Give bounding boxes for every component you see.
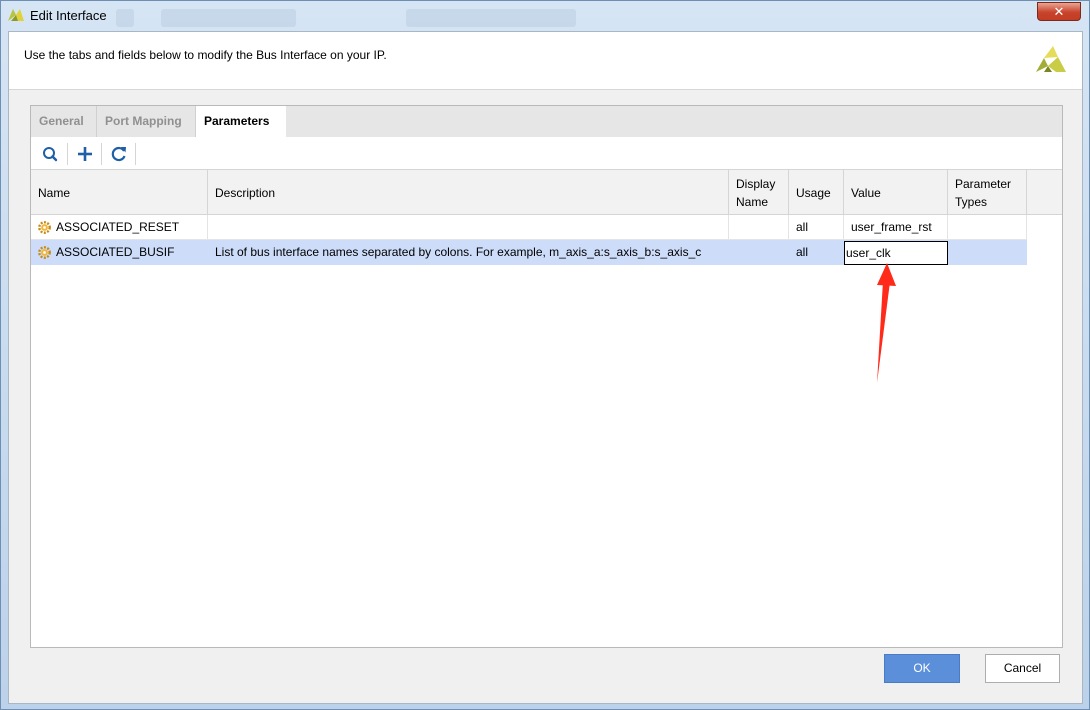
cell-usage: all [789,215,844,240]
cell-description: List of bus interface names separated by… [208,240,729,265]
parameters-toolbar [31,137,1062,170]
parameter-name: ASSOCIATED_BUSIF [56,245,175,259]
search-icon[interactable] [39,143,61,165]
toolbar-separator [101,143,102,165]
dialog-header: Use the tabs and fields below to modify … [9,32,1082,90]
dialog-body: Use the tabs and fields below to modify … [8,31,1083,704]
refresh-icon[interactable] [108,143,130,165]
toolbar-separator [135,143,136,165]
cancel-button[interactable]: Cancel [985,654,1060,683]
title-bar[interactable]: Edit Interface ✕ [1,1,1089,31]
cell-value[interactable]: user_frame_rst [844,215,948,240]
toolbar-separator [67,143,68,165]
cell-parameter-types [948,240,1027,265]
column-header-value[interactable]: Value [844,170,948,215]
header-description: Use the tabs and fields below to modify … [24,48,387,62]
edit-interface-window: Edit Interface ✕ Use the tabs and fields… [0,0,1090,710]
cell-usage: all [789,240,844,265]
tabs-panel: General Port Mapping Parameters Name Des… [30,105,1063,648]
background-window-ghost [161,9,296,27]
value-edit-field[interactable]: user_clk [844,241,948,265]
parameter-name: ASSOCIATED_RESET [56,220,180,234]
cell-description [208,215,729,240]
table-row[interactable]: ASSOCIATED_RESET all user_frame_rst [31,215,1027,240]
column-header-name[interactable]: Name [31,170,208,215]
cell-display-name [729,240,789,265]
vivado-logo-icon [1036,46,1066,72]
table-header-filler [1027,170,1062,215]
tab-parameters[interactable]: Parameters [196,106,286,137]
tab-bar: General Port Mapping Parameters [31,106,1062,137]
cell-parameter-types [948,215,1027,240]
close-button[interactable]: ✕ [1037,2,1081,21]
parameter-gear-icon [38,221,51,234]
add-icon[interactable] [74,143,96,165]
column-header-display-name[interactable]: Display Name [729,170,789,215]
cell-name: ASSOCIATED_RESET [31,215,208,240]
column-header-usage[interactable]: Usage [789,170,844,215]
background-window-ghost [116,9,134,27]
vivado-logo-icon [8,9,24,21]
parameter-gear-icon [38,246,51,259]
column-header-parameter-types[interactable]: Parameter Types [948,170,1027,215]
cell-name: ASSOCIATED_BUSIF [31,240,208,265]
window-title: Edit Interface [30,8,107,23]
column-header-description[interactable]: Description [208,170,729,215]
ok-button[interactable]: OK [884,654,960,683]
table-row-selected[interactable]: ASSOCIATED_BUSIF List of bus interface n… [31,240,1027,265]
table-header: Name Description Display Name Usage Valu… [31,170,1027,215]
cell-display-name [729,215,789,240]
background-window-ghost [406,9,576,27]
tab-general[interactable]: General [31,106,97,137]
tab-port-mapping[interactable]: Port Mapping [97,106,196,137]
